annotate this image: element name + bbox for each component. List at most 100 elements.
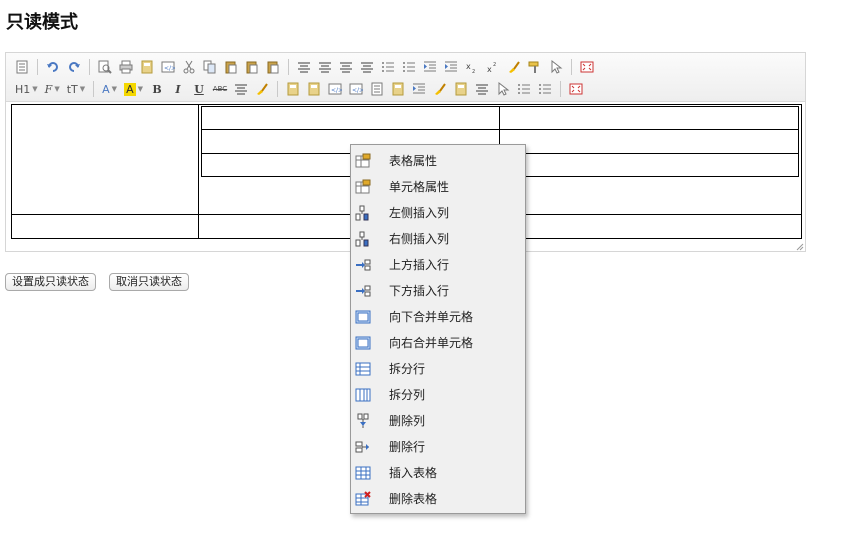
page-break-button[interactable]	[472, 79, 492, 99]
menu-item-merge-right[interactable]: 向右合并单元格	[351, 330, 525, 356]
table-button[interactable]	[283, 79, 303, 99]
menu-item-label: 向右合并单元格	[389, 336, 474, 350]
erase-button[interactable]	[252, 79, 272, 99]
menu-item-split-column[interactable]: 拆分列	[351, 382, 525, 408]
align-center-button[interactable]	[315, 57, 335, 77]
cut-button[interactable]	[179, 57, 199, 77]
unlink-icon	[538, 82, 552, 96]
toolbar-separator	[571, 59, 572, 75]
link-button[interactable]	[514, 79, 534, 99]
editor-toolbar: </> x 2 x 2 H1 ▼ F ▼ tT ▼ A ▼ A ▼ B I U ABC </> </…	[6, 53, 805, 102]
template-icon	[140, 60, 154, 74]
insert-table-button[interactable]	[388, 79, 408, 99]
attachment-button[interactable]	[367, 79, 387, 99]
strikethrough-button[interactable]: ABC	[210, 79, 230, 99]
menu-item-merge-down[interactable]: 向下合并单元格	[351, 304, 525, 330]
bold-label: B	[152, 82, 162, 96]
svg-text:</>: </>	[352, 87, 363, 94]
help-button[interactable]	[566, 79, 586, 99]
source-button[interactable]	[12, 57, 32, 77]
heading-dropdown[interactable]: H1 ▼	[12, 79, 41, 99]
hr-button[interactable]	[231, 79, 251, 99]
svg-text:</>: </>	[331, 87, 342, 94]
insert-row-above-icon	[355, 257, 371, 273]
align-left-icon	[297, 60, 311, 74]
insert-table-icon	[355, 465, 371, 481]
cancel-readonly-button[interactable]: 取消只读状态	[109, 273, 189, 291]
menu-item-cell-properties[interactable]: 单元格属性	[351, 174, 525, 200]
chevron-down-icon: ▼	[32, 85, 38, 93]
bold-button[interactable]: B	[147, 79, 167, 99]
media-button[interactable]: </>	[346, 79, 366, 99]
font-size-dropdown[interactable]: tT ▼	[64, 79, 88, 99]
insert-row-after-button[interactable]	[409, 79, 429, 99]
insert-column-left-icon	[355, 205, 371, 221]
hilite-color-button[interactable]: A ▼	[121, 79, 146, 99]
paste-button[interactable]	[221, 57, 241, 77]
paste-text-button[interactable]	[242, 57, 262, 77]
menu-item-insert-row-above[interactable]: 上方插入行	[351, 252, 525, 278]
set-readonly-button[interactable]: 设置成只读状态	[5, 273, 96, 291]
svg-text:2: 2	[493, 62, 496, 68]
paste-word-button[interactable]	[263, 57, 283, 77]
fullscreen-button[interactable]	[577, 57, 597, 77]
format-painter-button[interactable]	[525, 57, 545, 77]
emotion-button[interactable]	[430, 79, 450, 99]
preview-button[interactable]	[95, 57, 115, 77]
align-justify-button[interactable]	[357, 57, 377, 77]
erase-icon	[255, 82, 269, 96]
svg-text:x: x	[466, 62, 471, 71]
menu-item-insert-row-below[interactable]: 下方插入行	[351, 278, 525, 304]
fore-color-button[interactable]: A ▼	[99, 79, 120, 99]
underline-button[interactable]: U	[189, 79, 209, 99]
align-right-button[interactable]	[336, 57, 356, 77]
resize-handle[interactable]	[794, 240, 804, 251]
attachment-icon	[370, 82, 384, 96]
anchor-button[interactable]	[493, 79, 513, 99]
flash-button[interactable]: </>	[325, 79, 345, 99]
copy-button[interactable]	[200, 57, 220, 77]
menu-item-label: 删除列	[389, 414, 426, 428]
menu-item-delete-row[interactable]: 删除行	[351, 434, 525, 460]
insert-row-icon	[307, 82, 321, 96]
font-family-dropdown[interactable]: F ▼	[42, 79, 63, 99]
menu-item-label: 删除行	[389, 440, 426, 454]
undo-button[interactable]	[43, 57, 63, 77]
menu-item-insert-table[interactable]: 插入表格	[351, 460, 525, 486]
copy-icon	[203, 60, 217, 74]
chevron-down-icon: ▼	[137, 85, 143, 93]
clear-format-button[interactable]	[504, 57, 524, 77]
svg-text:2: 2	[472, 69, 475, 74]
toolbar-row-2-icons: </> </>	[231, 79, 586, 99]
insert-row-button[interactable]	[304, 79, 324, 99]
paste-word-icon	[266, 60, 280, 74]
undo-icon	[46, 60, 60, 74]
select-all-button[interactable]	[546, 57, 566, 77]
print-icon	[119, 60, 133, 74]
heading-label: H1	[15, 82, 31, 96]
merge-right-icon	[355, 335, 371, 351]
subscript-button[interactable]: x2	[462, 57, 482, 77]
menu-item-insert-column-right[interactable]: 右侧插入列	[351, 226, 525, 252]
image-button[interactable]	[451, 79, 471, 99]
align-left-button[interactable]	[294, 57, 314, 77]
print-button[interactable]	[116, 57, 136, 77]
outdent-button[interactable]	[441, 57, 461, 77]
template-button[interactable]	[137, 57, 157, 77]
hilite-color-label: A	[124, 82, 136, 96]
superscript-button[interactable]: x2	[483, 57, 503, 77]
indent-button[interactable]	[420, 57, 440, 77]
menu-item-label: 拆分行	[389, 362, 426, 376]
unlink-button[interactable]	[535, 79, 555, 99]
ordered-list-button[interactable]	[378, 57, 398, 77]
align-center-icon	[318, 60, 332, 74]
menu-item-split-row[interactable]: 拆分行	[351, 356, 525, 382]
menu-item-delete-column[interactable]: 删除列	[351, 408, 525, 434]
menu-item-table-properties[interactable]: 表格属性	[351, 148, 525, 174]
code-button[interactable]: </>	[158, 57, 178, 77]
unordered-list-button[interactable]	[399, 57, 419, 77]
menu-item-delete-table[interactable]: 删除表格	[351, 486, 525, 512]
menu-item-insert-column-left[interactable]: 左侧插入列	[351, 200, 525, 226]
italic-button[interactable]: I	[168, 79, 188, 99]
redo-button[interactable]	[64, 57, 84, 77]
